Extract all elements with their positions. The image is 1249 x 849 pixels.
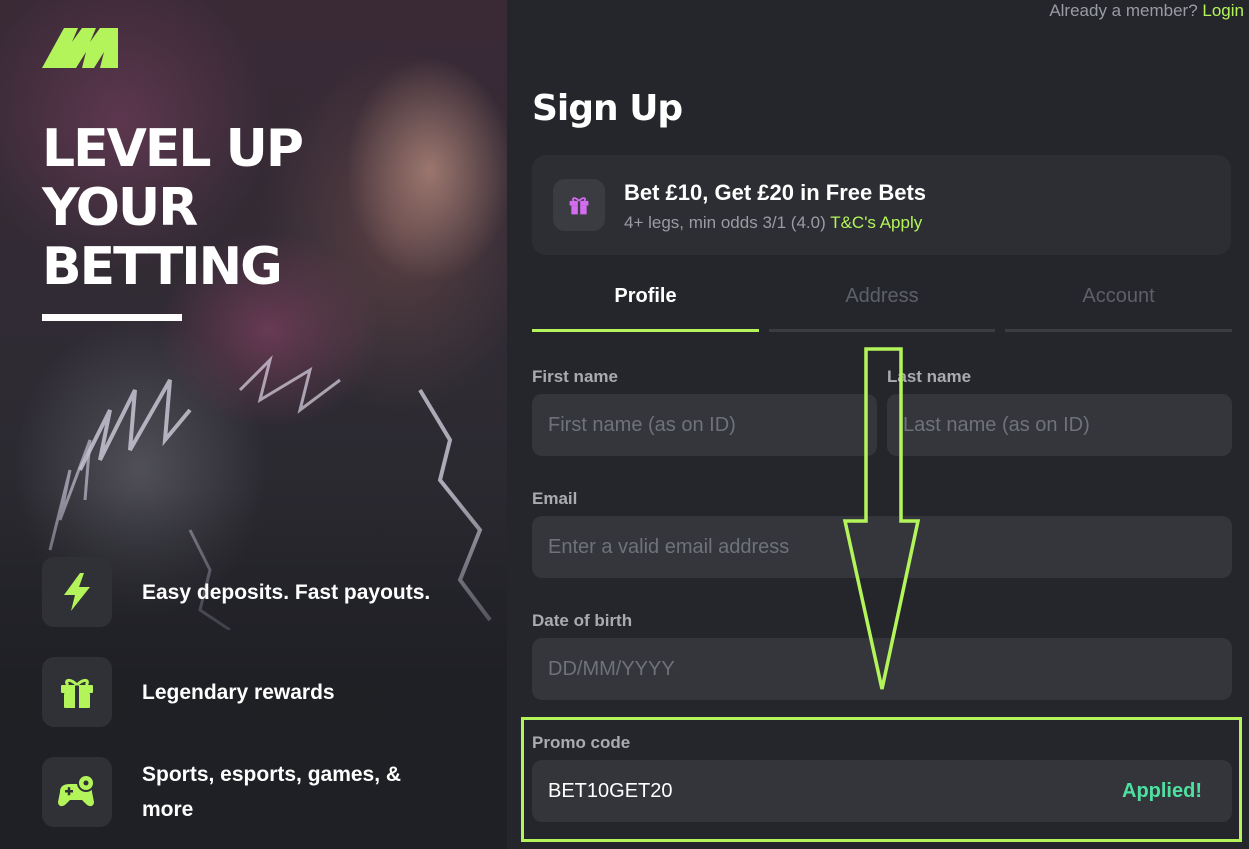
brand-logo[interactable] bbox=[42, 28, 118, 68]
feature-label: Legendary rewards bbox=[142, 680, 335, 704]
feature-rewards: Legendary rewards bbox=[42, 657, 335, 727]
terms-link[interactable]: T&C's Apply bbox=[830, 213, 922, 232]
lightning-icon bbox=[42, 557, 112, 627]
promo-applied-status: Applied! bbox=[1122, 779, 1202, 802]
first-name-field[interactable] bbox=[532, 394, 877, 456]
tab-account[interactable]: Account bbox=[1005, 280, 1232, 332]
login-link[interactable]: Login bbox=[1202, 1, 1244, 20]
headline-line-2: YOUR bbox=[42, 178, 198, 238]
headline-line-3: BETTING bbox=[42, 237, 283, 297]
last-name-input[interactable] bbox=[903, 413, 1216, 437]
email-label: Email bbox=[532, 489, 578, 508]
tab-address[interactable]: Address bbox=[769, 280, 995, 332]
hero-headline: LEVEL UP YOUR BETTING bbox=[42, 119, 304, 297]
dob-label: Date of birth bbox=[532, 611, 633, 630]
feature-label: Easy deposits. Fast payouts. bbox=[142, 580, 431, 604]
promo-code-input[interactable] bbox=[548, 779, 1122, 803]
feature-fast-payouts: Easy deposits. Fast payouts. bbox=[42, 557, 430, 627]
feature-label: Sports, esports, games, & more bbox=[142, 763, 402, 821]
promo-code-field[interactable]: Applied! bbox=[532, 760, 1232, 822]
gift-icon bbox=[42, 657, 112, 727]
offer-card: Bet £10, Get £20 in Free Bets 4+ legs, m… bbox=[532, 155, 1231, 255]
headline-line-1: LEVEL UP bbox=[42, 119, 304, 179]
first-name-input[interactable] bbox=[548, 413, 861, 437]
offer-title: Bet £10, Get £20 in Free Bets bbox=[624, 180, 927, 205]
headline-underline bbox=[42, 314, 182, 321]
tab-profile[interactable]: Profile bbox=[532, 280, 759, 332]
hero-panel: LEVEL UP YOUR BETTING Easy deposits. Fas… bbox=[0, 0, 507, 849]
offer-subtitle: 4+ legs, min odds 3/1 (4.0) bbox=[624, 213, 826, 232]
gamepad-ball-icon bbox=[42, 757, 112, 827]
signup-steps-tabs: Profile Address Account bbox=[532, 280, 1232, 334]
promo-code-label: Promo code bbox=[532, 733, 631, 752]
feature-games: Sports, esports, games, & more bbox=[42, 757, 442, 827]
gift-icon bbox=[553, 179, 605, 231]
first-name-label: First name bbox=[532, 367, 618, 386]
offer-subtitle-line: 4+ legs, min odds 3/1 (4.0) T&C's Apply bbox=[624, 213, 922, 233]
last-name-field[interactable] bbox=[887, 394, 1232, 456]
page-title: Sign Up bbox=[532, 88, 683, 129]
already-member-text: Already a member? bbox=[1049, 1, 1198, 20]
arrow-down-icon bbox=[842, 347, 921, 690]
already-member-line: Already a member? Login bbox=[1049, 1, 1244, 21]
